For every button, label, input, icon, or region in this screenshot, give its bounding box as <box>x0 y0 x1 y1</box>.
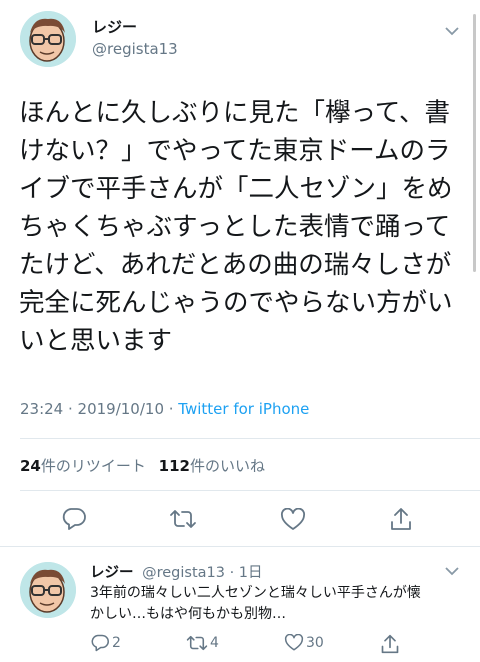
reply-like-count: 30 <box>306 635 324 651</box>
reply-reply-count: 2 <box>112 635 121 651</box>
reply-text-line: 3年前の瑞々しい二人セゾンと瑞々しい平手さんが懐 <box>90 585 421 601</box>
like-label: 件のいいね <box>189 457 265 475</box>
retweet-icon <box>186 634 208 652</box>
reply-reply-action[interactable]: 2 <box>90 634 121 652</box>
like-icon[interactable] <box>280 508 306 532</box>
reply-author-avatar[interactable] <box>20 562 76 618</box>
reply-like-action[interactable]: 30 <box>284 634 324 652</box>
divider <box>20 490 480 491</box>
retweet-icon[interactable] <box>169 508 197 530</box>
reply-retweet-count: 4 <box>210 635 219 651</box>
tweet-source-link[interactable]: Twitter for iPhone <box>178 400 309 418</box>
reply-author-name[interactable]: レジー <box>90 565 134 581</box>
like-count: 112 <box>158 457 190 475</box>
tweet-meta: 23:24 · 2019/10/10 · Twitter for iPhone <box>20 400 309 418</box>
reply-header: レジー @regista13 · 1日 <box>90 561 263 582</box>
tweet-text-line: いと思います <box>19 326 173 356</box>
author-name[interactable]: レジー <box>92 16 137 37</box>
reply-icon[interactable] <box>61 507 87 531</box>
tweet-text-line: イブで平手さんが「二人セゾン」をめ <box>19 174 453 204</box>
tweet-stats: 24件のリツイート 112件のいいね <box>20 455 265 476</box>
tweet-text-line: 完全に死んじゃうのでやらない方がい <box>19 288 453 318</box>
reply-text-line: かしい…もはや何もかも別物… <box>90 606 286 622</box>
share-icon[interactable] <box>389 506 413 532</box>
reply-text: 3年前の瑞々しい二人セゾンと瑞々しい平手さんが懐 かしい…もはや何もかも別物… <box>90 583 421 625</box>
like-stat[interactable]: 112件のいいね <box>159 457 265 475</box>
scrollbar-thumb[interactable] <box>473 14 476 272</box>
section-separator <box>0 546 480 547</box>
reply-author-handle[interactable]: @regista13 · 1日 <box>142 565 262 581</box>
retweet-label: 件のリツイート <box>40 457 146 475</box>
tweet-timestamp[interactable]: 23:24 · 2019/10/10 · <box>20 400 178 418</box>
author-avatar[interactable] <box>20 11 76 67</box>
like-icon <box>284 634 304 652</box>
tweet-text-line: ほんとに久しぶりに見た「欅って、書 <box>19 98 450 128</box>
chevron-down-icon[interactable] <box>444 566 460 576</box>
tweet-text: ほんとに久しぶりに見た「欅って、書 けない？」でやってた東京ドームのラ イブで平… <box>19 94 453 360</box>
tweet-text-line: たけど、あれだとあの曲の瑞々しさが <box>19 250 452 280</box>
retweet-count: 24 <box>20 457 41 475</box>
chevron-down-icon[interactable] <box>444 26 460 36</box>
tweet-text-line: ちゃくちゃぶすっとした表情で踊って <box>19 212 451 242</box>
retweet-stat[interactable]: 24件のリツイート <box>20 457 151 475</box>
author-handle[interactable]: @regista13 <box>92 40 178 58</box>
share-icon[interactable] <box>380 633 400 655</box>
reply-retweet-action[interactable]: 4 <box>186 634 219 652</box>
divider <box>20 438 480 439</box>
tweet-text-line: けない？」でやってた東京ドームのラ <box>19 136 451 166</box>
reply-icon <box>90 634 110 652</box>
